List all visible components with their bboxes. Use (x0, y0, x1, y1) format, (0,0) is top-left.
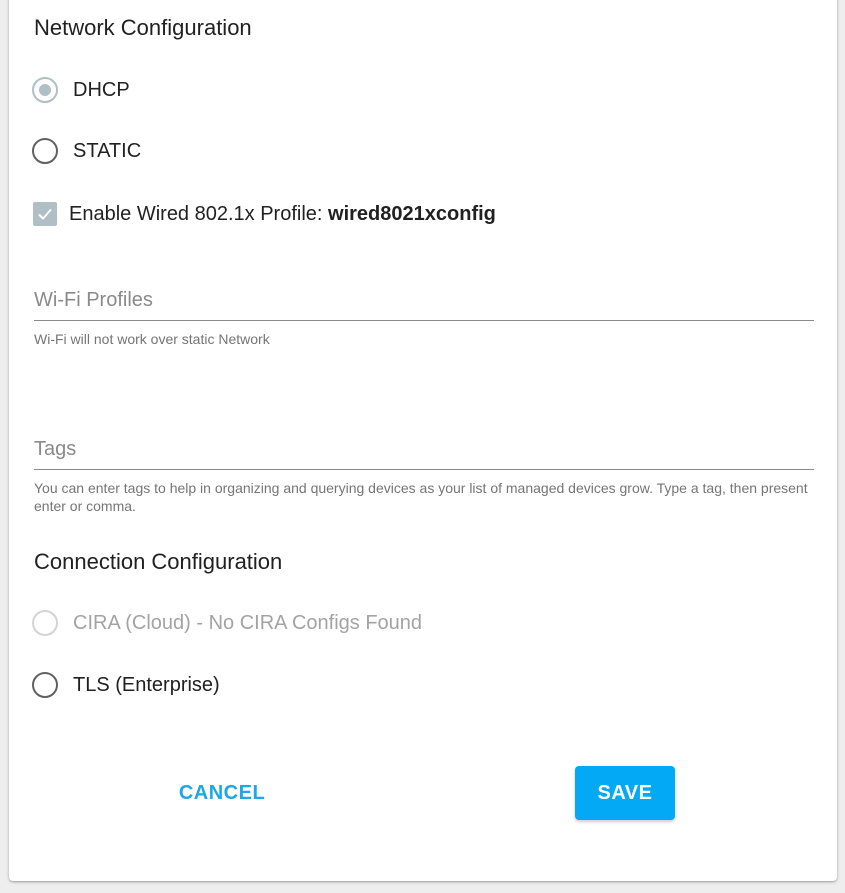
wifi-profiles-input[interactable]: Wi-Fi Profiles (34, 281, 814, 321)
tags-field: Tags You can enter tags to help in organ… (34, 430, 814, 515)
tags-hint: You can enter tags to help in organizing… (34, 480, 808, 514)
tls-label: TLS (Enterprise) (73, 673, 220, 696)
static-radio-option[interactable]: STATIC (32, 135, 141, 167)
config-card: Network Configuration DHCP STATIC Enable… (9, 0, 837, 881)
static-radio[interactable] (32, 138, 58, 164)
save-button[interactable]: SAVE (575, 766, 675, 820)
wifi-profiles-hint: Wi-Fi will not work over static Network (34, 331, 270, 347)
network-configuration-title: Network Configuration (34, 15, 252, 40)
wired-8021x-profile-name: wired8021xconfig (328, 202, 496, 225)
radio-selected-dot (39, 84, 51, 96)
tags-input[interactable]: Tags (34, 430, 814, 470)
cira-label: CIRA (Cloud) - No CIRA Configs Found (73, 611, 423, 634)
dhcp-label: DHCP (73, 78, 130, 101)
wired-8021x-label-prefix: Enable Wired 802.1x Profile: (69, 202, 329, 225)
cira-radio-option: CIRA (Cloud) - No CIRA Configs Found (32, 607, 422, 639)
tls-radio-option[interactable]: TLS (Enterprise) (32, 669, 220, 701)
wired-8021x-checkbox-option[interactable]: Enable Wired 802.1x Profile: wired8021xc… (33, 200, 496, 228)
connection-configuration-title: Connection Configuration (34, 549, 283, 574)
wifi-profiles-field: Wi-Fi Profiles Wi-Fi will not work over … (34, 281, 814, 348)
static-label: STATIC (73, 139, 142, 162)
cancel-button[interactable]: CANCEL (145, 766, 299, 820)
dhcp-radio[interactable] (32, 77, 58, 103)
tags-placeholder: Tags (34, 438, 77, 460)
dhcp-radio-option[interactable]: DHCP (32, 74, 130, 106)
cira-radio (32, 610, 58, 636)
wired-8021x-checkbox[interactable] (33, 202, 57, 226)
checkmark-icon (38, 208, 52, 220)
tls-radio[interactable] (32, 672, 58, 698)
wired-8021x-label: Enable Wired 802.1x Profile: wired8021xc… (69, 203, 496, 226)
wifi-profiles-placeholder: Wi-Fi Profiles (34, 289, 153, 311)
